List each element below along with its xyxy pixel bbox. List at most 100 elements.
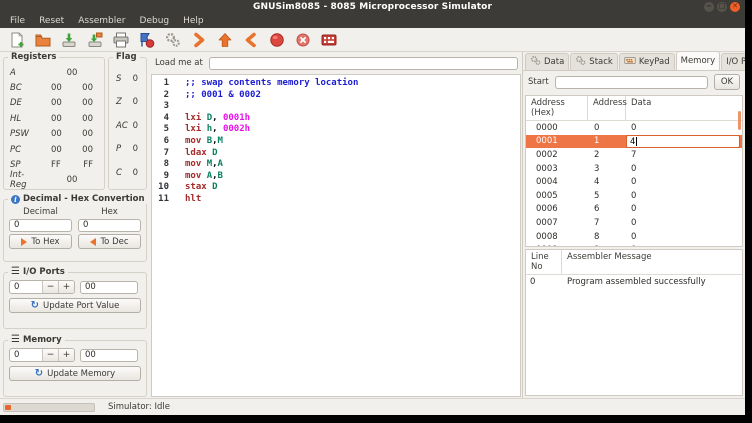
code-line: 8mov M,A xyxy=(152,159,520,171)
message-row[interactable]: 0Program assembled successfully xyxy=(526,275,742,289)
code-text: lxi D, 0001h xyxy=(169,113,250,125)
minimize-icon[interactable]: − xyxy=(704,2,714,12)
update-port-value-button[interactable]: ↻ Update Port Value xyxy=(9,298,141,313)
clear-breakpoint-icon[interactable] xyxy=(294,31,311,48)
register-label: PC xyxy=(4,145,40,155)
data-edit-input[interactable]: 4 xyxy=(626,135,740,148)
tab-keypad[interactable]: KeyPad xyxy=(619,53,675,70)
keypad-icon[interactable] xyxy=(320,31,337,48)
save-icon[interactable] xyxy=(60,31,77,48)
tab-i-o-ports[interactable]: I/O Ports xyxy=(721,53,745,70)
toolbar xyxy=(0,28,745,52)
menu-file[interactable]: File xyxy=(3,16,32,26)
address-hex-cell: 0009 xyxy=(526,245,588,247)
memory-value-input[interactable]: 00 xyxy=(80,349,138,362)
register-label: Int-Reg xyxy=(4,170,40,190)
code-text: stax D xyxy=(169,182,218,194)
memory-table-row[interactable]: 000770 xyxy=(526,216,742,230)
assembler-message-table: Line No Assembler Message 0Program assem… xyxy=(525,249,743,396)
ok-button[interactable]: OK xyxy=(714,74,740,90)
flags-panel: Flag S0Z0AC0P0C0 xyxy=(108,57,147,190)
register-value: 00 xyxy=(82,114,93,124)
io-ports-panel: ☰ I/O Ports 0 − + 00 ↻ Update Port Value xyxy=(3,272,147,329)
tab-memory[interactable]: Memory xyxy=(676,51,721,70)
address-hex-cell: 0003 xyxy=(526,164,588,174)
menu-debug[interactable]: Debug xyxy=(133,16,177,26)
code-token: A xyxy=(218,159,223,169)
print-icon[interactable] xyxy=(112,31,129,48)
app-window: GNUSim8085 - 8085 Microprocessor Simulat… xyxy=(0,0,745,415)
hamburger-icon: ☰ xyxy=(11,336,20,344)
flag-label: AC xyxy=(116,121,128,131)
message-table-header: Line No Assembler Message xyxy=(526,250,742,275)
code-line: 5lxi h, 0002h xyxy=(152,124,520,136)
step-up-arrow-icon[interactable] xyxy=(216,31,233,48)
memory-table-row[interactable]: 000550 xyxy=(526,189,742,203)
menu-reset[interactable]: Reset xyxy=(32,16,71,26)
converter-title: Decimal - Hex Convertion xyxy=(23,194,145,204)
memory-table-row[interactable]: 000660 xyxy=(526,203,742,217)
save-as-icon[interactable] xyxy=(86,31,103,48)
maximize-icon[interactable]: □ xyxy=(717,2,727,12)
assemble-icon[interactable] xyxy=(138,31,155,48)
new-file-icon[interactable] xyxy=(8,31,25,48)
code-token: lxi xyxy=(185,113,201,123)
flag-label: S xyxy=(116,74,121,84)
io-ports-title: I/O Ports xyxy=(23,267,65,277)
register-label: BC xyxy=(4,83,40,93)
load-me-at-input[interactable] xyxy=(209,57,518,70)
code-text: lxi h, 0002h xyxy=(169,124,250,136)
register-value: 00 xyxy=(67,175,78,185)
memory-table-row[interactable]: 000000 xyxy=(526,121,742,135)
to-hex-button[interactable]: To Hex xyxy=(9,234,72,249)
flag-value: 0 xyxy=(133,121,138,131)
update-memory-button[interactable]: ↻ Update Memory xyxy=(9,366,141,381)
tab-stack[interactable]: Stack xyxy=(570,53,618,70)
back-left-arrow-icon[interactable] xyxy=(242,31,259,48)
address-cell: 4 xyxy=(588,177,626,187)
flag-row: S0 xyxy=(109,67,146,91)
plus-icon[interactable]: + xyxy=(58,281,74,293)
data-cell: 0 xyxy=(626,191,742,201)
gears-icon[interactable] xyxy=(164,31,181,48)
memory-table-row[interactable]: 000114 xyxy=(526,135,742,149)
text-caret xyxy=(636,137,637,146)
code-editor[interactable]: 1;; swap contents memory location2;; 000… xyxy=(151,74,521,397)
address-cell: 3 xyxy=(588,164,626,174)
memory-table-header: Address (Hex) Address Data xyxy=(526,96,742,121)
registers-title: Registers xyxy=(8,52,59,62)
menu-help[interactable]: Help xyxy=(176,16,211,26)
start-label: Start xyxy=(528,77,549,87)
tab-data[interactable]: Data xyxy=(525,53,569,70)
port-address-stepper[interactable]: 0 − + xyxy=(9,280,75,294)
memory-table-row[interactable]: 000880 xyxy=(526,230,742,244)
register-row: DE0000 xyxy=(4,96,104,111)
run-right-arrow-icon[interactable] xyxy=(190,31,207,48)
start-address-input[interactable] xyxy=(555,76,708,89)
tab-label: Data xyxy=(544,57,564,67)
minus-icon[interactable]: − xyxy=(42,281,58,293)
code-token: , xyxy=(212,124,223,134)
register-values: FFFF xyxy=(40,160,104,170)
breakpoint-record-icon[interactable] xyxy=(268,31,285,48)
port-value-input[interactable]: 00 xyxy=(80,281,138,294)
minus-icon[interactable]: − xyxy=(42,349,58,361)
register-values: 0000 xyxy=(40,98,104,108)
close-icon[interactable]: ✕ xyxy=(730,2,740,12)
memory-table-row[interactable]: 000330 xyxy=(526,162,742,176)
memory-table-row[interactable]: 000227 xyxy=(526,148,742,162)
menu-assembler[interactable]: Assembler xyxy=(71,16,132,26)
memory-table-row[interactable]: 000440 xyxy=(526,175,742,189)
tab-bar: Data StackKeyPadMemoryI/O Ports xyxy=(523,52,745,71)
decimal-input[interactable]: 0 xyxy=(9,219,72,232)
address-cell: 8 xyxy=(588,232,626,242)
scrollbar-thumb[interactable] xyxy=(738,111,741,130)
flag-label: P xyxy=(116,144,121,154)
to-dec-button[interactable]: To Dec xyxy=(78,234,141,249)
memory-table-row[interactable]: 000990 xyxy=(526,243,742,247)
plus-icon[interactable]: + xyxy=(58,349,74,361)
open-file-icon[interactable] xyxy=(34,31,51,48)
memory-address-stepper[interactable]: 0 − + xyxy=(9,348,75,362)
hex-input[interactable]: 0 xyxy=(78,219,141,232)
register-row: PC0000 xyxy=(4,142,104,157)
